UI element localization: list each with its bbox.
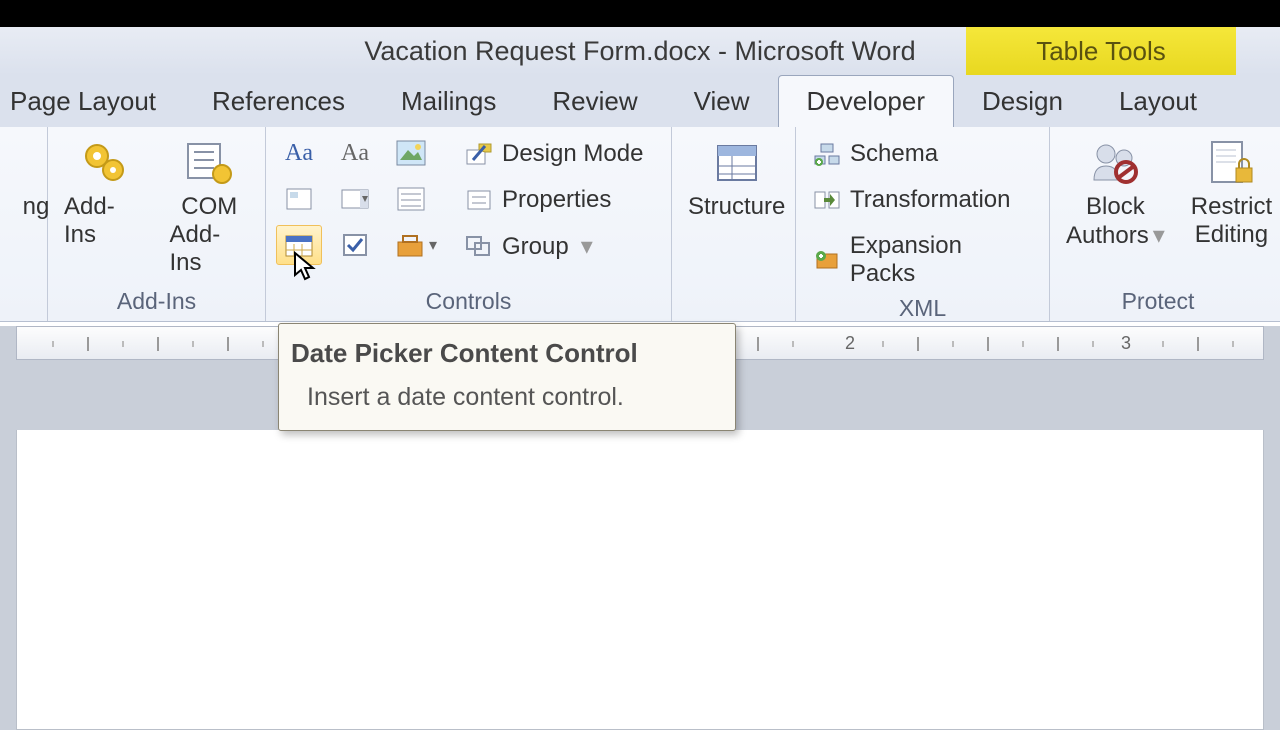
group-fragment-left: ng <box>0 127 48 321</box>
group-protect: Block Authors▾ Restrict Editing Protect <box>1050 127 1266 321</box>
group-addins: Add-Ins COM Add-Ins Add-Ins <box>48 127 266 321</box>
tab-page-layout[interactable]: Page Layout <box>0 76 184 127</box>
title-bar: Vacation Request Form.docx - Microsoft W… <box>0 27 1280 75</box>
mouse-cursor-icon <box>293 251 319 281</box>
schema-button[interactable]: Schema <box>806 137 1039 171</box>
legacy-tools-button[interactable]: ▾ <box>388 225 444 265</box>
ribbon: ng Add-Ins COM Add-Ins Add-Ins <box>0 127 1280 322</box>
group-label-controls: Controls <box>276 284 661 319</box>
picture-control-button[interactable] <box>388 133 434 173</box>
schema-icon <box>812 140 842 168</box>
group-label-addins: Add-Ins <box>58 284 255 319</box>
properties-button[interactable]: Properties <box>458 183 649 217</box>
window-top-blackbar <box>0 0 1280 27</box>
properties-icon <box>464 186 494 214</box>
group-label-protect: Protect <box>1060 284 1256 319</box>
ribbon-tabs: Page Layout References Mailings Review V… <box>0 75 1280 127</box>
toolbox-icon <box>395 232 425 258</box>
tab-mailings[interactable]: Mailings <box>373 76 524 127</box>
group-xml: Schema Transformation Expansion Packs XM… <box>796 127 1050 321</box>
tab-developer[interactable]: Developer <box>778 75 955 127</box>
group-icon <box>464 233 494 261</box>
block-authors-icon <box>1087 137 1143 189</box>
gear-icon <box>76 137 132 189</box>
contextual-tab-table-tools: Table Tools <box>966 27 1236 75</box>
com-addins-button[interactable]: COM Add-Ins <box>164 133 256 281</box>
tab-view[interactable]: View <box>666 76 778 127</box>
document-page[interactable] <box>16 430 1264 730</box>
transformation-icon <box>812 186 842 214</box>
design-mode-button[interactable]: Design Mode <box>458 137 649 171</box>
structure-button[interactable]: Structure <box>682 133 791 225</box>
group-label-xml: XML <box>806 291 1039 326</box>
addins-button[interactable]: Add-Ins <box>58 133 150 253</box>
structure-icon <box>709 137 765 189</box>
window-title: Vacation Request Form.docx - Microsoft W… <box>364 36 915 67</box>
group-controls: Aa Aa <box>266 127 672 321</box>
tab-layout[interactable]: Layout <box>1091 76 1225 127</box>
lock-document-icon <box>1203 137 1259 189</box>
tab-design[interactable]: Design <box>954 76 1091 127</box>
expansion-icon <box>812 246 842 274</box>
group-structure: Structure <box>672 127 796 321</box>
dropdown-list-control-button[interactable] <box>388 179 434 219</box>
tab-review[interactable]: Review <box>524 76 665 127</box>
group-button[interactable]: Group ▾ <box>458 229 649 264</box>
tab-references[interactable]: References <box>184 76 373 127</box>
picture-icon <box>396 140 426 166</box>
plain-text-control-button[interactable]: Aa <box>332 133 378 173</box>
transformation-button[interactable]: Transformation <box>806 183 1039 217</box>
rich-text-control-button[interactable]: Aa <box>276 133 322 173</box>
expansion-packs-button[interactable]: Expansion Packs <box>806 229 1039 291</box>
tooltip-title: Date Picker Content Control <box>291 338 717 369</box>
design-mode-icon <box>464 140 494 168</box>
restrict-editing-button[interactable]: Restrict Editing <box>1185 133 1278 253</box>
list-gear-icon <box>181 137 237 189</box>
tooltip-date-picker: Date Picker Content Control Insert a dat… <box>278 323 736 431</box>
combo-box-control-button[interactable] <box>332 179 378 219</box>
tooltip-body: Insert a date content control. <box>291 383 717 412</box>
controls-palette: Aa Aa <box>276 133 444 265</box>
building-block-control-button[interactable] <box>276 179 322 219</box>
block-authors-button[interactable]: Block Authors▾ <box>1060 133 1171 254</box>
checkbox-control-button[interactable] <box>332 225 378 265</box>
